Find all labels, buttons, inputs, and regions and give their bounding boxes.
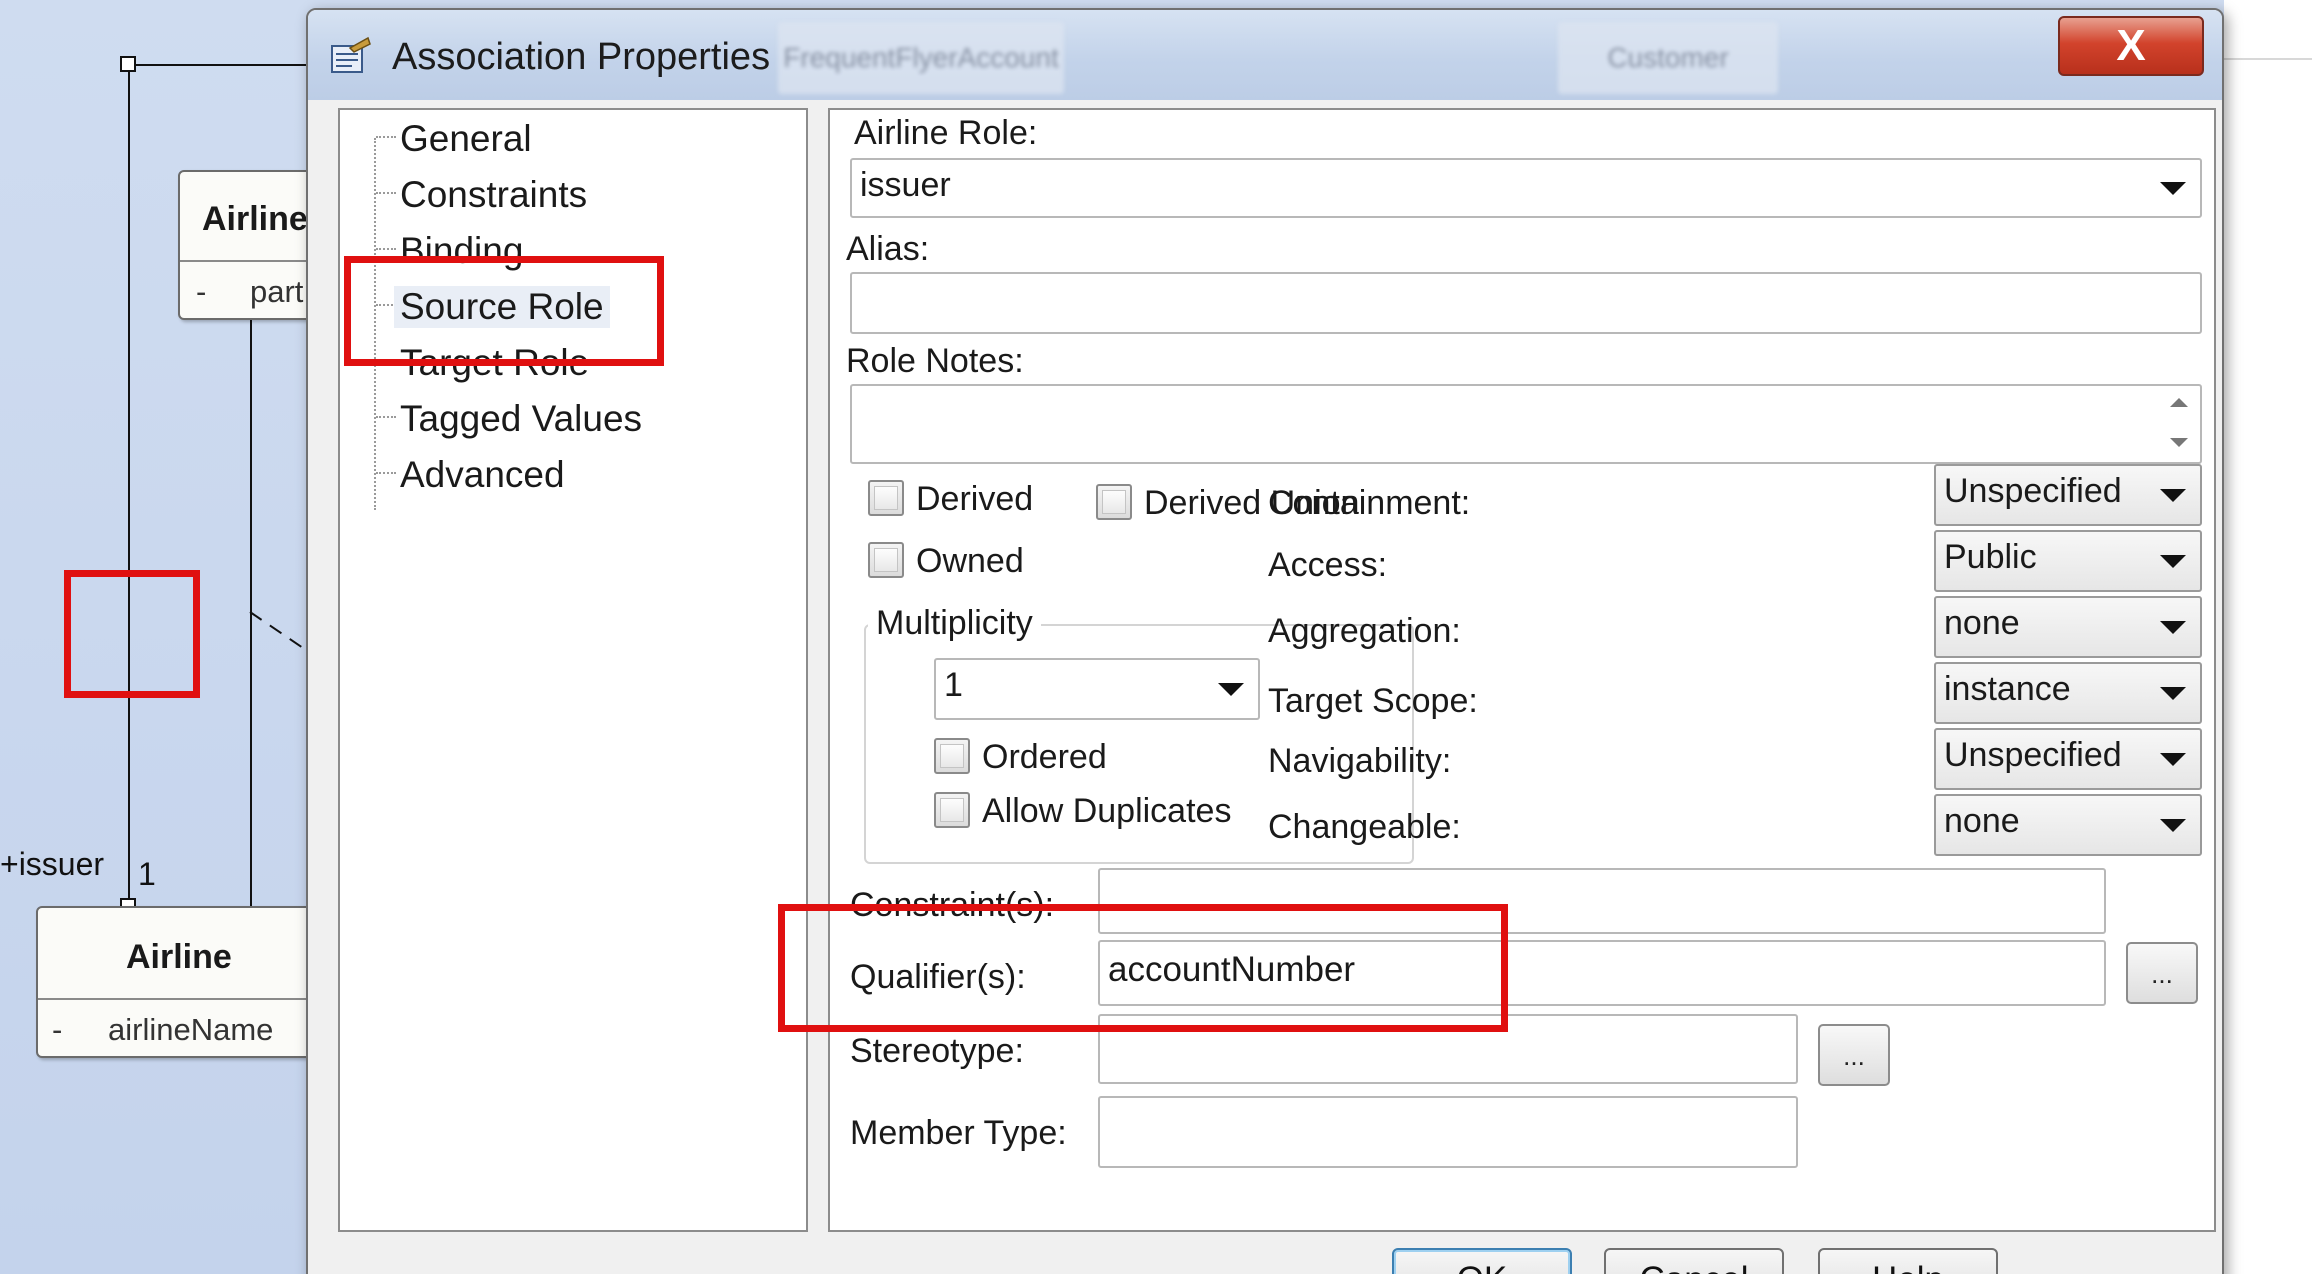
highlight-connector-end xyxy=(64,570,200,698)
source-role-panel: Airline Role: issuer Alias: Role Notes: … xyxy=(828,108,2216,1232)
ordered-label: Ordered xyxy=(982,738,1107,776)
tree-item-label: Advanced xyxy=(400,454,565,495)
dropdown-arrow-icon xyxy=(2160,753,2186,766)
dropdown-arrow-icon xyxy=(1218,683,1244,696)
cancel-button[interactable]: Cancel xyxy=(1604,1248,1784,1274)
dropdown-arrow-icon xyxy=(2160,621,2186,634)
role-value: issuer xyxy=(860,166,951,204)
allow-duplicates-checkbox[interactable] xyxy=(934,792,970,828)
access-label: Access: xyxy=(1268,546,1388,584)
role-notes-label: Role Notes: xyxy=(846,342,1024,380)
role-notes-textarea[interactable] xyxy=(850,384,2202,464)
dropdown-arrow-icon xyxy=(2160,819,2186,832)
target-scope-combobox[interactable]: instance xyxy=(1934,662,2202,724)
dropdown-arrow-icon xyxy=(2160,687,2186,700)
background-window-divider xyxy=(2224,58,2312,60)
attribute-visibility: - xyxy=(52,1012,63,1047)
background-window-edge xyxy=(2224,0,2312,1274)
tree-item-label: General xyxy=(400,118,532,159)
highlight-qualifiers xyxy=(778,904,1508,1032)
dropdown-arrow-icon xyxy=(2160,489,2186,502)
close-icon: X xyxy=(2116,21,2146,70)
containment-value: Unspecified xyxy=(1944,472,2122,510)
multiplicity-label[interactable]: 1 xyxy=(138,856,156,893)
help-button[interactable]: Help xyxy=(1818,1248,1998,1274)
aggregation-combobox[interactable]: none xyxy=(1934,596,2202,658)
navigability-value: Unspecified xyxy=(1944,736,2122,774)
access-value: Public xyxy=(1944,538,2037,576)
multiplicity-value: 1 xyxy=(944,666,963,704)
derived-label: Derived xyxy=(916,480,1034,518)
member-type-label: Member Type: xyxy=(850,1114,1067,1152)
scroll-down-icon[interactable] xyxy=(2170,438,2188,447)
access-combobox[interactable]: Public xyxy=(1934,530,2202,592)
dropdown-arrow-icon xyxy=(2160,555,2186,568)
multiplicity-combobox[interactable]: 1 xyxy=(934,658,1260,720)
attribute-name: airlineName xyxy=(108,1012,274,1047)
background-tab: Customer xyxy=(1558,22,1778,94)
containment-label: Containment: xyxy=(1268,484,1471,522)
qualifiers-browse-button[interactable]: ... xyxy=(2126,942,2198,1004)
owned-label: Owned xyxy=(916,542,1024,580)
dashed-connector xyxy=(249,611,307,651)
tree-item-label: Constraints xyxy=(400,174,588,215)
aggregation-value: none xyxy=(1944,604,2020,642)
dropdown-arrow-icon xyxy=(2160,182,2186,195)
target-scope-value: instance xyxy=(1944,670,2071,708)
association-properties-icon xyxy=(331,36,371,73)
alias-label: Alias: xyxy=(846,230,930,268)
connector-handle-top[interactable] xyxy=(120,56,136,72)
dialog-title: Association Properties xyxy=(392,36,771,78)
multiplicity-group-title: Multiplicity xyxy=(868,604,1041,643)
dialog-titlebar[interactable]: Association Properties FrequentFlyerAcco… xyxy=(308,10,2222,100)
background-tab: FrequentFlyerAccount xyxy=(778,22,1064,94)
owned-checkbox[interactable] xyxy=(868,542,904,578)
association-connector[interactable] xyxy=(128,64,130,906)
member-type-input[interactable] xyxy=(1098,1096,1798,1168)
close-button[interactable]: X xyxy=(2058,16,2204,76)
aggregation-label: Aggregation: xyxy=(1268,612,1461,650)
allow-duplicates-label: Allow Duplicates xyxy=(982,792,1232,830)
role-combobox[interactable]: issuer xyxy=(850,158,2202,218)
navigability-label: Navigability: xyxy=(1268,742,1452,780)
alias-input[interactable] xyxy=(850,272,2202,334)
association-properties-dialog: Association Properties FrequentFlyerAcco… xyxy=(306,8,2224,1274)
class-separator xyxy=(38,998,334,1000)
changeable-combobox[interactable]: none xyxy=(1934,794,2202,856)
ok-button[interactable]: OK xyxy=(1392,1248,1572,1274)
derived-union-checkbox[interactable] xyxy=(1096,484,1132,520)
changeable-value: none xyxy=(1944,802,2020,840)
stereotype-label: Stereotype: xyxy=(850,1032,1024,1070)
role-label[interactable]: +issuer xyxy=(0,846,104,883)
uml-class-airline[interactable]: Airline - airlineName xyxy=(36,906,336,1058)
stereotype-browse-button[interactable]: ... xyxy=(1818,1024,1890,1086)
derived-checkbox[interactable] xyxy=(868,480,904,516)
class-name: Airline xyxy=(126,938,232,976)
changeable-label: Changeable: xyxy=(1268,808,1461,846)
tree-item-label: Tagged Values xyxy=(400,398,643,439)
attribute-name: part xyxy=(250,274,304,309)
highlight-source-role xyxy=(344,256,664,366)
attribute-visibility: - xyxy=(196,274,207,309)
navigability-combobox[interactable]: Unspecified xyxy=(1934,728,2202,790)
containment-combobox[interactable]: Unspecified xyxy=(1934,464,2202,526)
association-connector-top xyxy=(128,64,308,66)
ordered-checkbox[interactable] xyxy=(934,738,970,774)
target-scope-label: Target Scope: xyxy=(1268,682,1478,720)
role-label: Airline Role: xyxy=(854,114,1038,152)
scroll-up-icon[interactable] xyxy=(2170,398,2188,407)
